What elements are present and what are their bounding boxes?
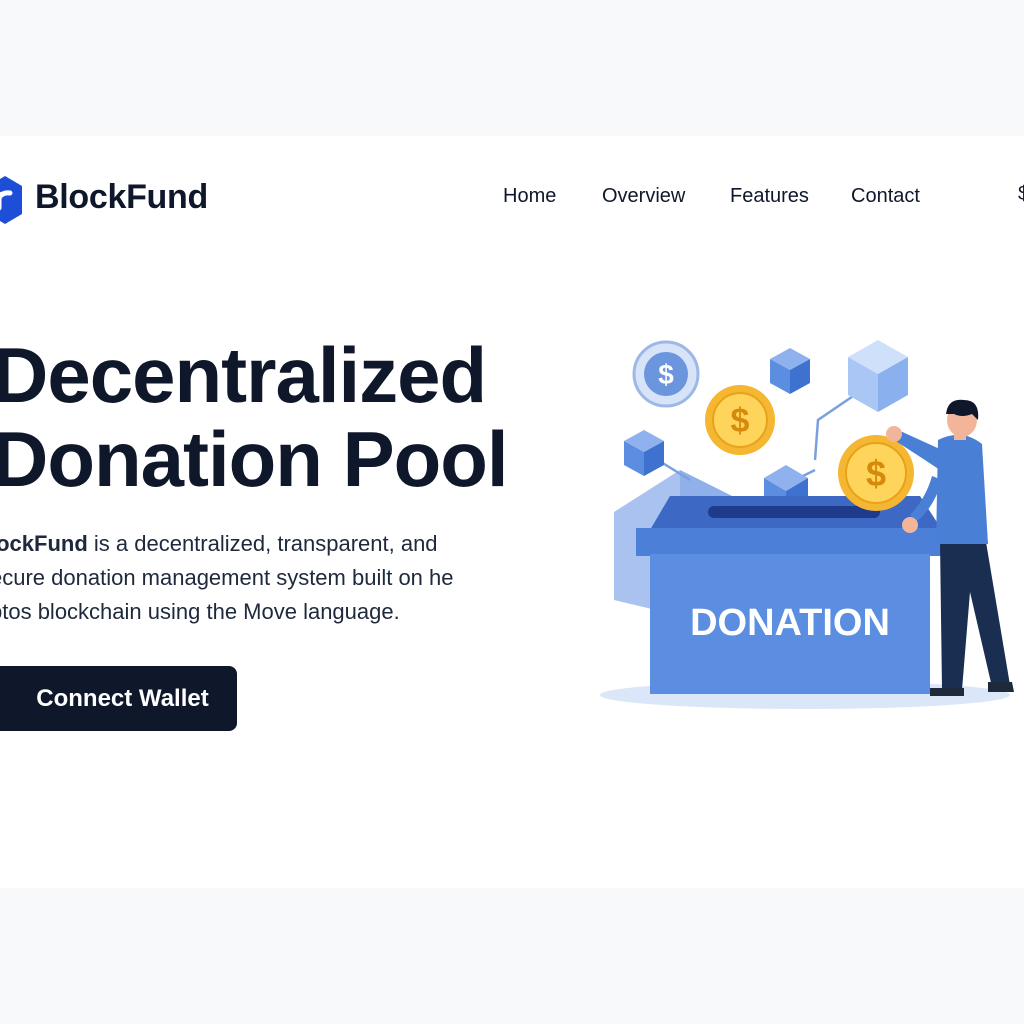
- hero-desc-line3: ptos blockchain using the Move language.: [0, 599, 400, 624]
- hero-desc-line1: is a decentralized, transparent, and: [87, 531, 438, 556]
- cube-icon: [624, 430, 664, 476]
- nav-overview[interactable]: Overview: [602, 185, 685, 208]
- dollar-coin-icon: $: [705, 385, 775, 455]
- hero-desc-line2: ecure donation management system built o…: [0, 565, 454, 590]
- brand-name[interactable]: BlockFund: [35, 178, 208, 217]
- nav-features[interactable]: Features: [730, 185, 809, 208]
- nav-extra-icon[interactable]: $: [1018, 183, 1024, 206]
- hero-desc-brand: lockFund: [0, 531, 88, 556]
- dollar-coin-icon: $: [632, 340, 700, 408]
- blockfund-logo-icon[interactable]: [0, 176, 22, 224]
- cube-icon: [770, 348, 810, 394]
- nav-home[interactable]: Home: [503, 185, 556, 208]
- svg-text:$: $: [731, 402, 750, 440]
- hero-title-line2: Donation Pool: [0, 415, 509, 503]
- svg-text:$: $: [866, 453, 886, 494]
- box-lid-front: [636, 528, 944, 556]
- hero-title-line1: Decentralized: [0, 331, 487, 419]
- connect-wallet-button[interactable]: Connect Wallet: [0, 666, 237, 731]
- nav-contact[interactable]: Contact: [851, 185, 920, 208]
- svg-text:$: $: [658, 359, 674, 390]
- dollar-coin-icon: $: [838, 435, 914, 511]
- hero-description: lockFund is a decentralized, transparent…: [0, 527, 550, 629]
- cube-icon: [848, 340, 908, 412]
- donation-box-label: DONATION: [690, 602, 890, 644]
- hero-title: Decentralized Donation Pool: [0, 331, 509, 503]
- donation-illustration: $ $ DONATION $: [600, 340, 1014, 709]
